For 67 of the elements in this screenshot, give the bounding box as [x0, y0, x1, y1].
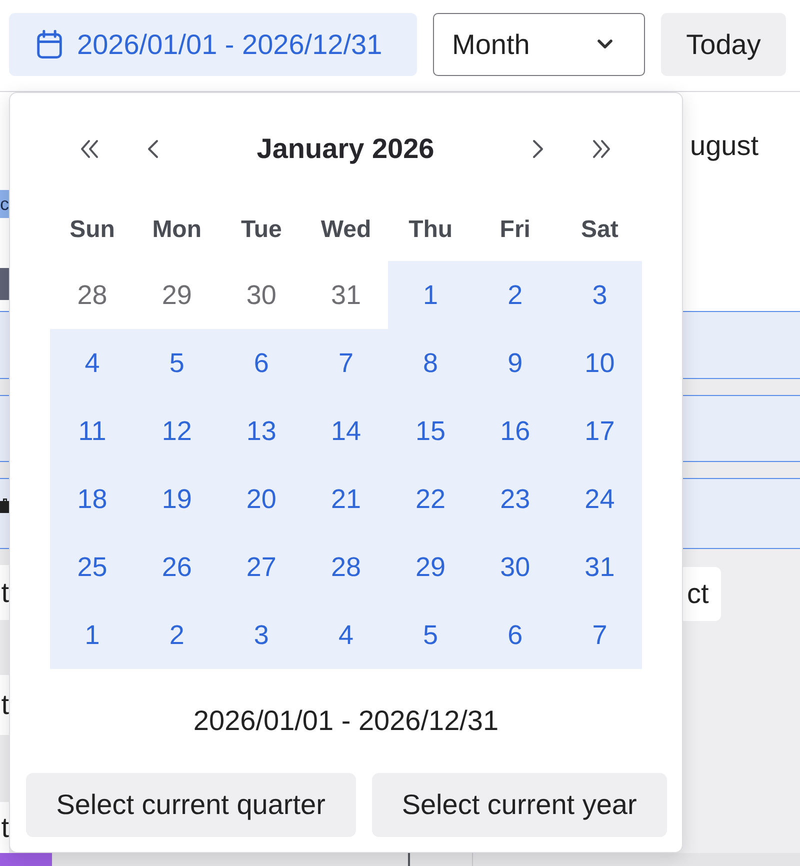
event-bar: [0, 853, 52, 866]
day-cell[interactable]: 24: [557, 465, 642, 533]
day-cell[interactable]: 11: [50, 397, 135, 465]
day-cell[interactable]: 18: [50, 465, 135, 533]
day-cell[interactable]: 19: [134, 465, 220, 533]
today-button[interactable]: Today: [661, 13, 786, 76]
weekday-label: Sat: [580, 216, 620, 244]
day-cell[interactable]: 7: [304, 329, 388, 397]
day-cell[interactable]: 5: [134, 329, 220, 397]
weekday-label: Tue: [240, 216, 283, 244]
date-range-button[interactable]: 2026/01/01 - 2026/12/31: [9, 13, 417, 76]
day-cell[interactable]: 28: [304, 533, 388, 601]
row-label: t: [0, 675, 9, 735]
chevron-right-icon: [532, 139, 544, 159]
day-cell[interactable]: 9: [472, 329, 558, 397]
weekday-label: Mon: [151, 216, 202, 244]
month-title: January 2026: [256, 133, 436, 165]
day-cell[interactable]: 8: [388, 329, 473, 397]
day-cell[interactable]: 13: [219, 397, 304, 465]
chevron-down-icon: [597, 39, 613, 50]
preset-button[interactable]: Select current year: [372, 773, 667, 837]
day-cell[interactable]: 25: [50, 533, 135, 601]
day-cell[interactable]: 10: [557, 329, 642, 397]
day-cell[interactable]: 1: [50, 601, 135, 669]
day-cell[interactable]: 29: [388, 533, 473, 601]
briefcase-icon: [0, 498, 9, 513]
day-cell[interactable]: 26: [134, 533, 220, 601]
range-text: 2026/01/01 - 2026/12/31: [192, 704, 500, 738]
weekday-label: Sun: [68, 216, 116, 244]
day-cell[interactable]: 7: [557, 601, 642, 669]
weekday-label: Fri: [498, 216, 532, 244]
day-cell[interactable]: 3: [219, 601, 304, 669]
day-cell[interactable]: 12: [134, 397, 220, 465]
chevron-left-icon: [147, 139, 159, 159]
event-label: c: [0, 190, 9, 218]
day-cell[interactable]: 31: [557, 533, 642, 601]
day-cell[interactable]: 20: [219, 465, 304, 533]
day-cell[interactable]: 21: [304, 465, 388, 533]
double-chevron-right-icon: [591, 139, 611, 159]
view-select[interactable]: Month: [433, 13, 645, 76]
day-cell[interactable]: 14: [304, 397, 388, 465]
day-cell[interactable]: 30: [472, 533, 558, 601]
day-cell[interactable]: 16: [472, 397, 558, 465]
header-bar: [0, 268, 9, 300]
weekday-label: Thu: [408, 216, 454, 244]
day-cell[interactable]: 27: [219, 533, 304, 601]
day-cell[interactable]: 22: [388, 465, 473, 533]
day-cell[interactable]: 2: [134, 601, 220, 669]
weekday-label: Wed: [320, 216, 372, 244]
day-cell[interactable]: 15: [388, 397, 473, 465]
day-cell[interactable]: 5: [388, 601, 473, 669]
preset-button[interactable]: Select current quarter: [26, 773, 356, 837]
day-cell[interactable]: 1: [388, 261, 473, 329]
day-cell[interactable]: 23: [472, 465, 558, 533]
row-label: t: [0, 565, 9, 620]
month-label: ugust: [690, 130, 758, 161]
side-button[interactable]: ct: [683, 567, 721, 621]
day-cell[interactable]: 4: [304, 601, 388, 669]
day-cell[interactable]: 6: [472, 601, 558, 669]
double-chevron-left-icon: [80, 139, 100, 159]
day-cell[interactable]: 6: [219, 329, 304, 397]
day-cell[interactable]: 4: [50, 329, 135, 397]
calendar-icon: [36, 30, 63, 59]
day-cell[interactable]: 2: [472, 261, 558, 329]
day-cell[interactable]: 17: [557, 397, 642, 465]
row-label: t: [0, 802, 9, 853]
day-cell[interactable]: 3: [557, 261, 642, 329]
